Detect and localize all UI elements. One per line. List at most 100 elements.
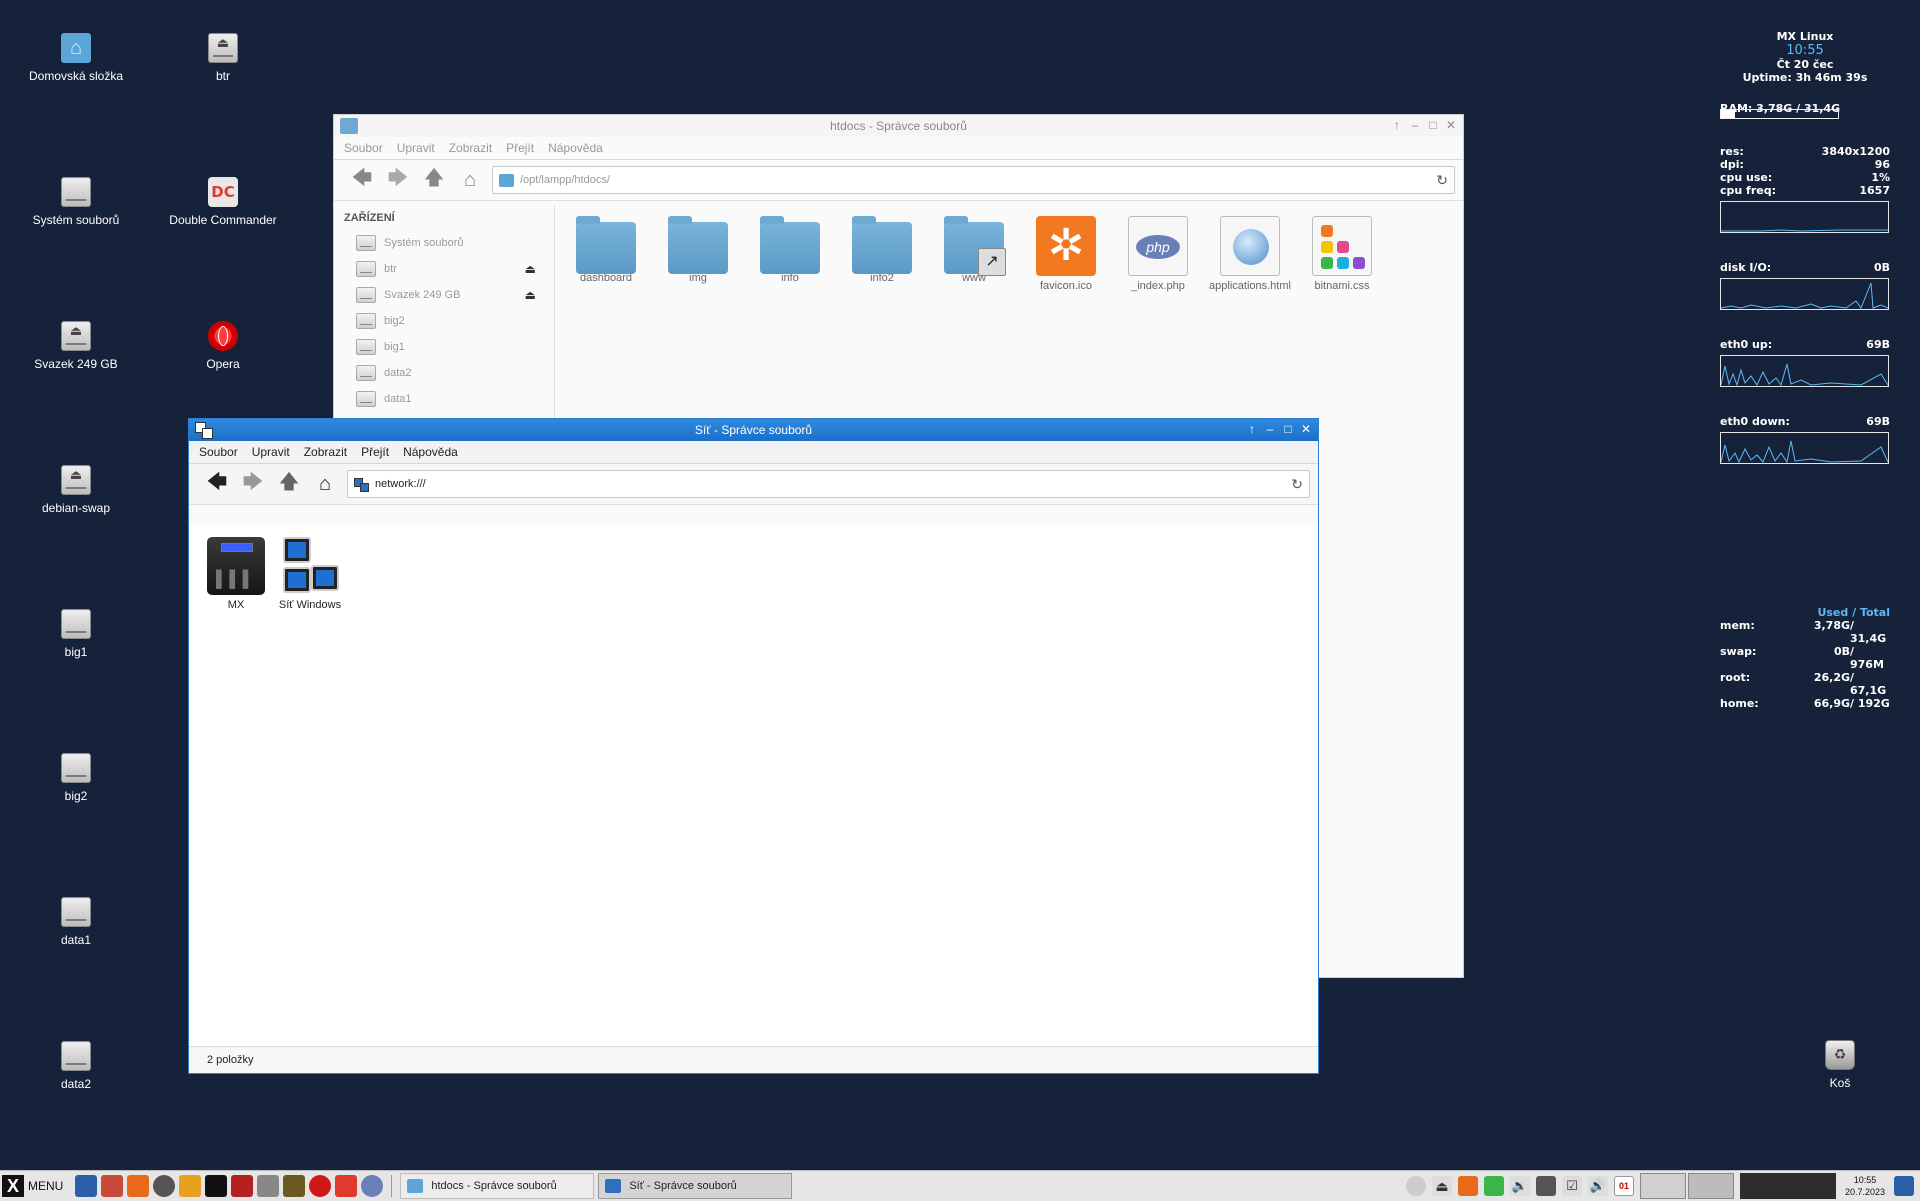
sidebar-item-filesystem[interactable]: Systém souborů [334,230,554,256]
file-item[interactable]: favicon.ico [1020,216,1112,292]
reload-icon[interactable]: ↻ [1291,476,1303,493]
vlc-icon[interactable] [179,1175,202,1197]
minimize-button[interactable]: – [1409,118,1421,132]
workspace-2[interactable] [1688,1173,1734,1199]
desktop-icon-opera[interactable]: Opera [163,321,283,371]
double-commander-icon[interactable] [335,1175,358,1197]
clock[interactable]: 10:55 20.7.2023 [1842,1174,1888,1198]
file-item[interactable]: _index.php [1112,216,1204,292]
menu-view[interactable]: Zobrazit [304,445,347,459]
calendar-icon[interactable]: 01 [1614,1176,1634,1196]
task-network[interactable]: Síť - Správce souborů [598,1173,793,1199]
desktop-icon[interactable] [75,1175,98,1197]
network-item-windows[interactable]: Síť Windows [273,537,347,611]
task-htdocs[interactable]: htdocs - Správce souborů [400,1173,595,1199]
sidebar-item-volume[interactable]: Svazek 249 GB ⏏ [334,282,554,308]
back-button[interactable]: 🡄 [199,469,235,499]
sidebar-item-big1[interactable]: big1 [334,334,554,360]
opera-icon[interactable] [309,1175,332,1197]
keep-above-button[interactable]: ↑ [1391,118,1403,132]
conky-clock: 10:55 [1786,43,1824,58]
clipboard-icon[interactable] [1484,1176,1504,1196]
close-button[interactable]: ✕ [1445,118,1457,132]
opera-icon [208,321,238,351]
desktop-icon-data1[interactable]: data1 [16,897,136,947]
start-menu-button[interactable]: X MENU [0,1172,69,1200]
window-network[interactable]: Síť - Správce souborů ↑ – □ ✕ Soubor Upr… [188,418,1319,1074]
terminal-icon[interactable] [205,1175,228,1197]
eject-icon[interactable]: ⏏ [1432,1176,1452,1196]
desktop-icon-big2[interactable]: big2 [16,753,136,803]
eject-icon[interactable]: ⏏ [525,288,536,302]
monitor-icon[interactable] [283,1175,306,1197]
settings-icon[interactable] [101,1175,124,1197]
desktop-icon-btr[interactable]: btr [163,33,283,83]
sidebar-item-data2[interactable]: data2 [334,360,554,386]
eject-icon[interactable]: ⏏ [525,262,536,276]
close-button[interactable]: ✕ [1300,422,1312,436]
app-tray-icon[interactable] [1458,1176,1478,1196]
removable-drive-icon [61,465,91,495]
file-item[interactable]: dashboard [560,216,652,292]
task-manager-icon[interactable] [231,1175,254,1197]
minimize-button[interactable]: – [1264,422,1276,436]
titlebar[interactable]: htdocs - Správce souborů ↑ – □ ✕ [334,115,1463,137]
forward-button[interactable]: 🡆 [235,469,271,499]
menu-file[interactable]: Soubor [199,445,238,459]
back-button[interactable]: 🡄 [344,165,380,195]
reload-icon[interactable]: ↻ [1436,172,1448,189]
menu-edit[interactable]: Upravit [252,445,290,459]
php-icon[interactable] [361,1175,384,1197]
file-item[interactable]: bitnami.css [1296,216,1388,292]
menu-view[interactable]: Zobrazit [449,141,492,155]
volume-icon[interactable]: 🔉 [1510,1176,1530,1196]
browser-icon[interactable] [153,1175,176,1197]
titlebar[interactable]: Síť - Správce souborů ↑ – □ ✕ [189,419,1318,441]
home-button[interactable]: ⌂ [307,469,343,499]
file-grid: dashboard img info info2 ↗www favicon.ic… [560,216,1388,292]
menu-edit[interactable]: Upravit [397,141,435,155]
drive-icon [356,365,376,381]
workspace-1[interactable] [1640,1173,1686,1199]
app-launcher-icon[interactable] [127,1175,150,1197]
sidebar-item-btr[interactable]: btr ⏏ [334,256,554,282]
maximize-button[interactable]: □ [1282,422,1294,436]
menu-help[interactable]: Nápověda [403,445,458,459]
sidebar-item-big2[interactable]: big2 [334,308,554,334]
file-item[interactable]: info [744,216,836,292]
menu-go[interactable]: Přejít [361,445,389,459]
desktop-icon-home[interactable]: Domovská složka [16,33,136,83]
location-bar[interactable]: network:/// ↻ [347,470,1310,498]
updater-icon[interactable] [1406,1176,1426,1196]
sidebar-item-data1[interactable]: data1 [334,386,554,412]
desktop-icon-data2[interactable]: data2 [16,1041,136,1091]
desktop-icon-trash[interactable]: Koš [1780,1040,1900,1090]
desktop-icon-big1[interactable]: big1 [16,609,136,659]
desktop-icon-filesystem[interactable]: Systém souborů [16,177,136,227]
network-item-mx[interactable]: MX [199,537,273,611]
maximize-button[interactable]: □ [1427,118,1439,132]
location-bar[interactable]: /opt/lampp/htdocs/ ↻ [492,166,1455,194]
forward-button[interactable]: 🡆 [380,165,416,195]
menu-file[interactable]: Soubor [344,141,383,155]
file-item[interactable]: info2 [836,216,928,292]
calculator-icon[interactable] [257,1175,280,1197]
file-item[interactable]: ↗ www [928,216,1020,292]
desktop-icon-volume[interactable]: Svazek 249 GB [16,321,136,371]
network-view: MX Síť Windows [189,525,1318,1047]
home-button[interactable]: ⌂ [452,165,488,195]
desktop-icon-debian-swap[interactable]: debian-swap [16,465,136,515]
file-item[interactable]: applications.html [1204,216,1296,292]
home-folder-icon [61,33,91,63]
speaker-icon[interactable]: 🔊 [1588,1176,1608,1196]
show-desktop-icon[interactable] [1894,1176,1914,1196]
menu-help[interactable]: Nápověda [548,141,603,155]
keep-above-button[interactable]: ↑ [1246,422,1258,436]
up-button[interactable]: 🡅 [271,469,307,499]
menu-go[interactable]: Přejít [506,141,534,155]
notes-icon[interactable]: ☑ [1562,1176,1582,1196]
up-button[interactable]: 🡅 [416,165,452,195]
file-item[interactable]: img [652,216,744,292]
desktop-icon-double-commander[interactable]: Double Commander [163,177,283,227]
network-manager-icon[interactable] [1536,1176,1556,1196]
